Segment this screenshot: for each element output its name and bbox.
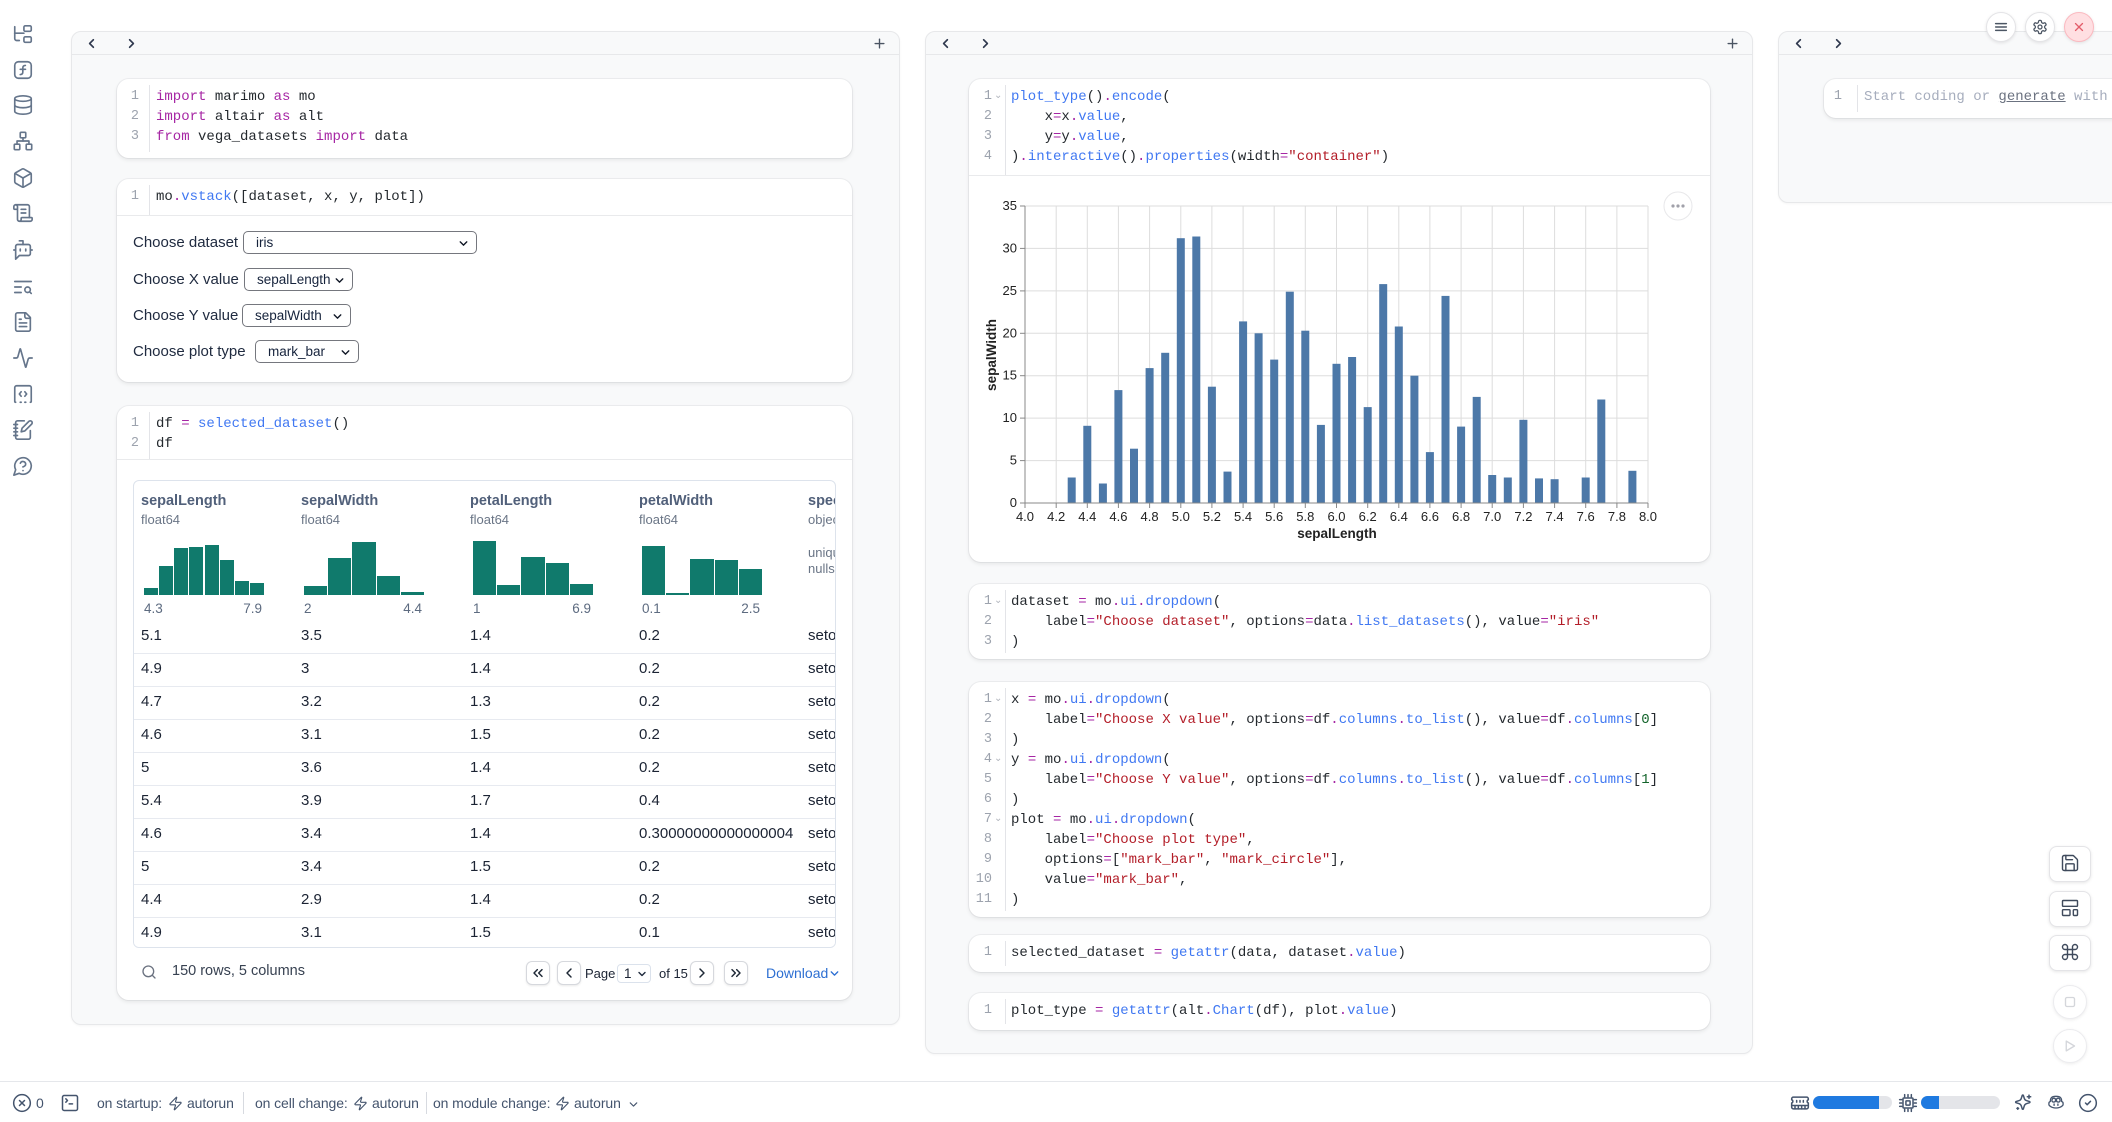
svg-text:4.8: 4.8 [1141,509,1159,524]
svg-text:5.6: 5.6 [1265,509,1283,524]
svg-text:5: 5 [1010,453,1017,468]
svg-text:7.6: 7.6 [1577,509,1595,524]
svg-text:sepalWidth: sepalWidth [984,319,999,391]
svg-text:5.2: 5.2 [1203,509,1221,524]
svg-text:4.2: 4.2 [1047,509,1065,524]
svg-text:sepalLength: sepalLength [1297,526,1377,541]
svg-text:5.8: 5.8 [1296,509,1314,524]
svg-text:7.4: 7.4 [1546,509,1564,524]
svg-text:5.4: 5.4 [1234,509,1252,524]
svg-text:6.2: 6.2 [1359,509,1377,524]
svg-text:0: 0 [1010,495,1017,510]
svg-text:30: 30 [1003,240,1017,255]
svg-text:35: 35 [1003,198,1017,213]
svg-text:4.4: 4.4 [1078,509,1096,524]
svg-text:6.4: 6.4 [1390,509,1408,524]
svg-text:25: 25 [1003,283,1017,298]
svg-text:6.6: 6.6 [1421,509,1439,524]
svg-text:10: 10 [1003,410,1017,425]
svg-text:7.0: 7.0 [1483,509,1501,524]
svg-text:15: 15 [1003,368,1017,383]
svg-text:20: 20 [1003,325,1017,340]
svg-text:5.0: 5.0 [1172,509,1190,524]
svg-text:7.8: 7.8 [1608,509,1626,524]
svg-text:4.0: 4.0 [1016,509,1034,524]
svg-text:6.0: 6.0 [1327,509,1345,524]
svg-text:4.6: 4.6 [1109,509,1127,524]
svg-text:6.8: 6.8 [1452,509,1470,524]
svg-text:8.0: 8.0 [1639,509,1657,524]
svg-text:7.2: 7.2 [1514,509,1532,524]
